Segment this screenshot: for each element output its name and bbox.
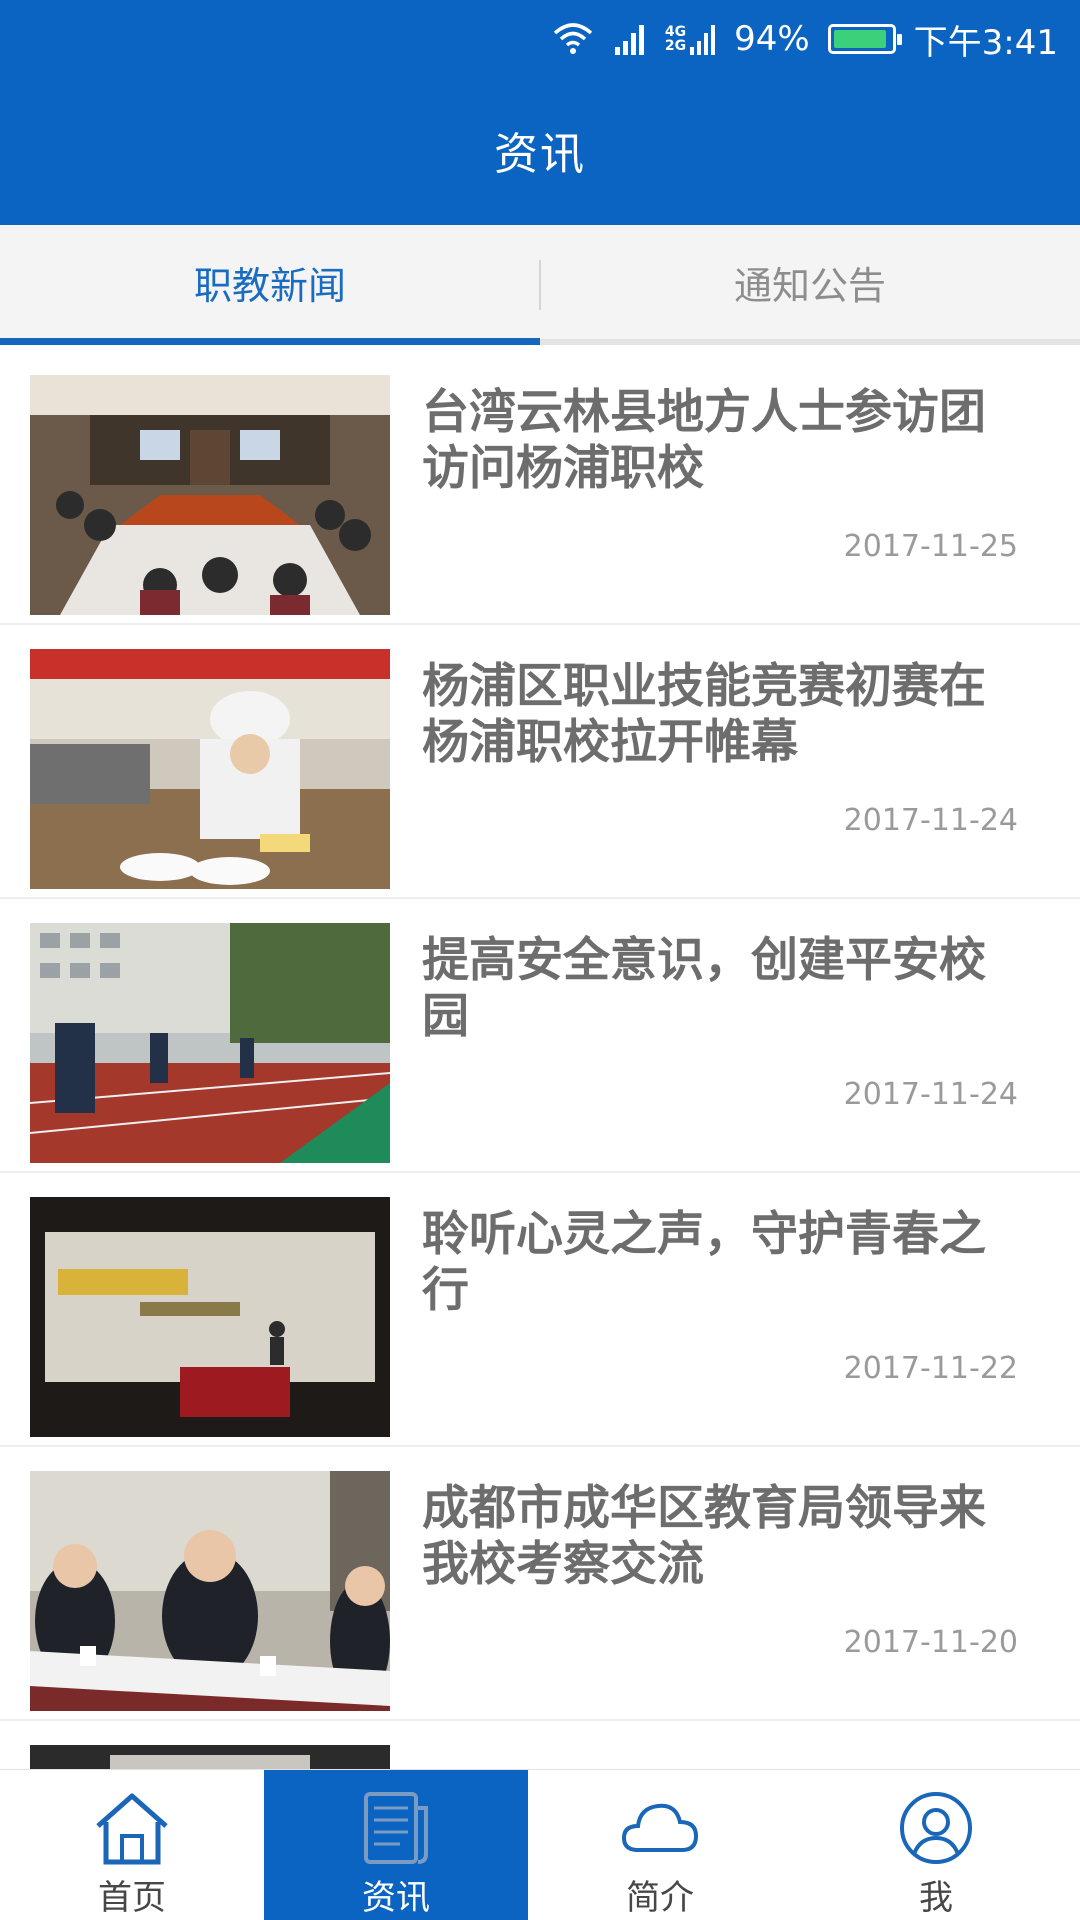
list-item[interactable]: 成都市成华区教育局领导来我校考察交流 2017-11-20 bbox=[0, 1447, 1080, 1719]
news-title: 提高安全意识，创建平安校园 bbox=[422, 933, 986, 1044]
news-title: 杨浦区职业技能竞赛初赛在杨浦职校拉开帷幕 bbox=[422, 659, 986, 770]
list-item[interactable]: 提高安全意识，创建平安校园 2017-11-24 bbox=[0, 899, 1080, 1171]
page-title: 资讯 bbox=[494, 129, 586, 180]
home-icon bbox=[96, 1793, 168, 1865]
battery-percent: 94% bbox=[734, 19, 810, 59]
news-list[interactable]: 台湾云林县地方人士参访团访问杨浦职校 2017-11-25 杨浦区职业技能竞赛初… bbox=[0, 351, 1080, 1769]
nav-news[interactable]: 资讯 bbox=[264, 1770, 528, 1920]
meeting-room-photo bbox=[30, 375, 390, 615]
news-date: 2017-11-24 bbox=[843, 803, 1018, 838]
news-icon bbox=[364, 1792, 428, 1864]
news-date: 2017-11-24 bbox=[843, 1077, 1018, 1112]
tab-announcements[interactable]: 通知公告 bbox=[540, 225, 1080, 339]
news-date: 2017-11-22 bbox=[843, 1351, 1018, 1386]
news-title: 成都市成华区教育局领导来我校考察交流 bbox=[422, 1481, 986, 1592]
signal-icon bbox=[613, 21, 647, 57]
news-title: 聆听心灵之声，守护青春之行 bbox=[422, 1207, 986, 1318]
list-item[interactable] bbox=[0, 1721, 1080, 1769]
campus-drill-photo bbox=[30, 923, 390, 1163]
visitors-meeting-photo bbox=[30, 1471, 390, 1711]
wifi-icon bbox=[551, 21, 595, 57]
lecture-hall-photo bbox=[30, 1197, 390, 1437]
news-title: 台湾云林县地方人士参访团访问杨浦职校 bbox=[422, 385, 986, 496]
battery-icon bbox=[827, 24, 902, 54]
nav-intro[interactable]: 简介 bbox=[528, 1770, 792, 1920]
news-date: 2017-11-25 bbox=[843, 529, 1018, 564]
list-item[interactable]: 台湾云林县地方人士参访团访问杨浦职校 2017-11-25 bbox=[0, 351, 1080, 623]
news-date: 2017-11-20 bbox=[843, 1625, 1018, 1660]
bottom-nav: 首页 资讯 简介 我 bbox=[0, 1769, 1080, 1920]
cloud-icon bbox=[621, 1803, 699, 1852]
cooking-contest-photo bbox=[30, 649, 390, 889]
tab-bar: 职教新闻 通知公告 bbox=[0, 225, 1080, 345]
tab-active-indicator bbox=[0, 338, 540, 345]
nav-me[interactable]: 我 bbox=[792, 1770, 1080, 1920]
tab-vocational-news[interactable]: 职教新闻 bbox=[0, 225, 540, 339]
user-icon bbox=[900, 1792, 972, 1864]
list-item[interactable]: 聆听心灵之声，守护青春之行 2017-11-22 bbox=[0, 1173, 1080, 1445]
tab-divider bbox=[539, 260, 541, 310]
list-item[interactable]: 杨浦区职业技能竞赛初赛在杨浦职校拉开帷幕 2017-11-24 bbox=[0, 625, 1080, 897]
status-bar: 4G 2G 94% 下午3:41 bbox=[551, 12, 1058, 66]
news-thumbnail-partial bbox=[30, 1745, 390, 1769]
nav-home[interactable]: 首页 bbox=[0, 1770, 264, 1920]
clock: 下午3:41 bbox=[913, 22, 1058, 63]
network-type-icon: 4G 2G bbox=[665, 21, 716, 57]
app-header: 4G 2G 94% 下午3:41 资讯 bbox=[0, 0, 1080, 225]
